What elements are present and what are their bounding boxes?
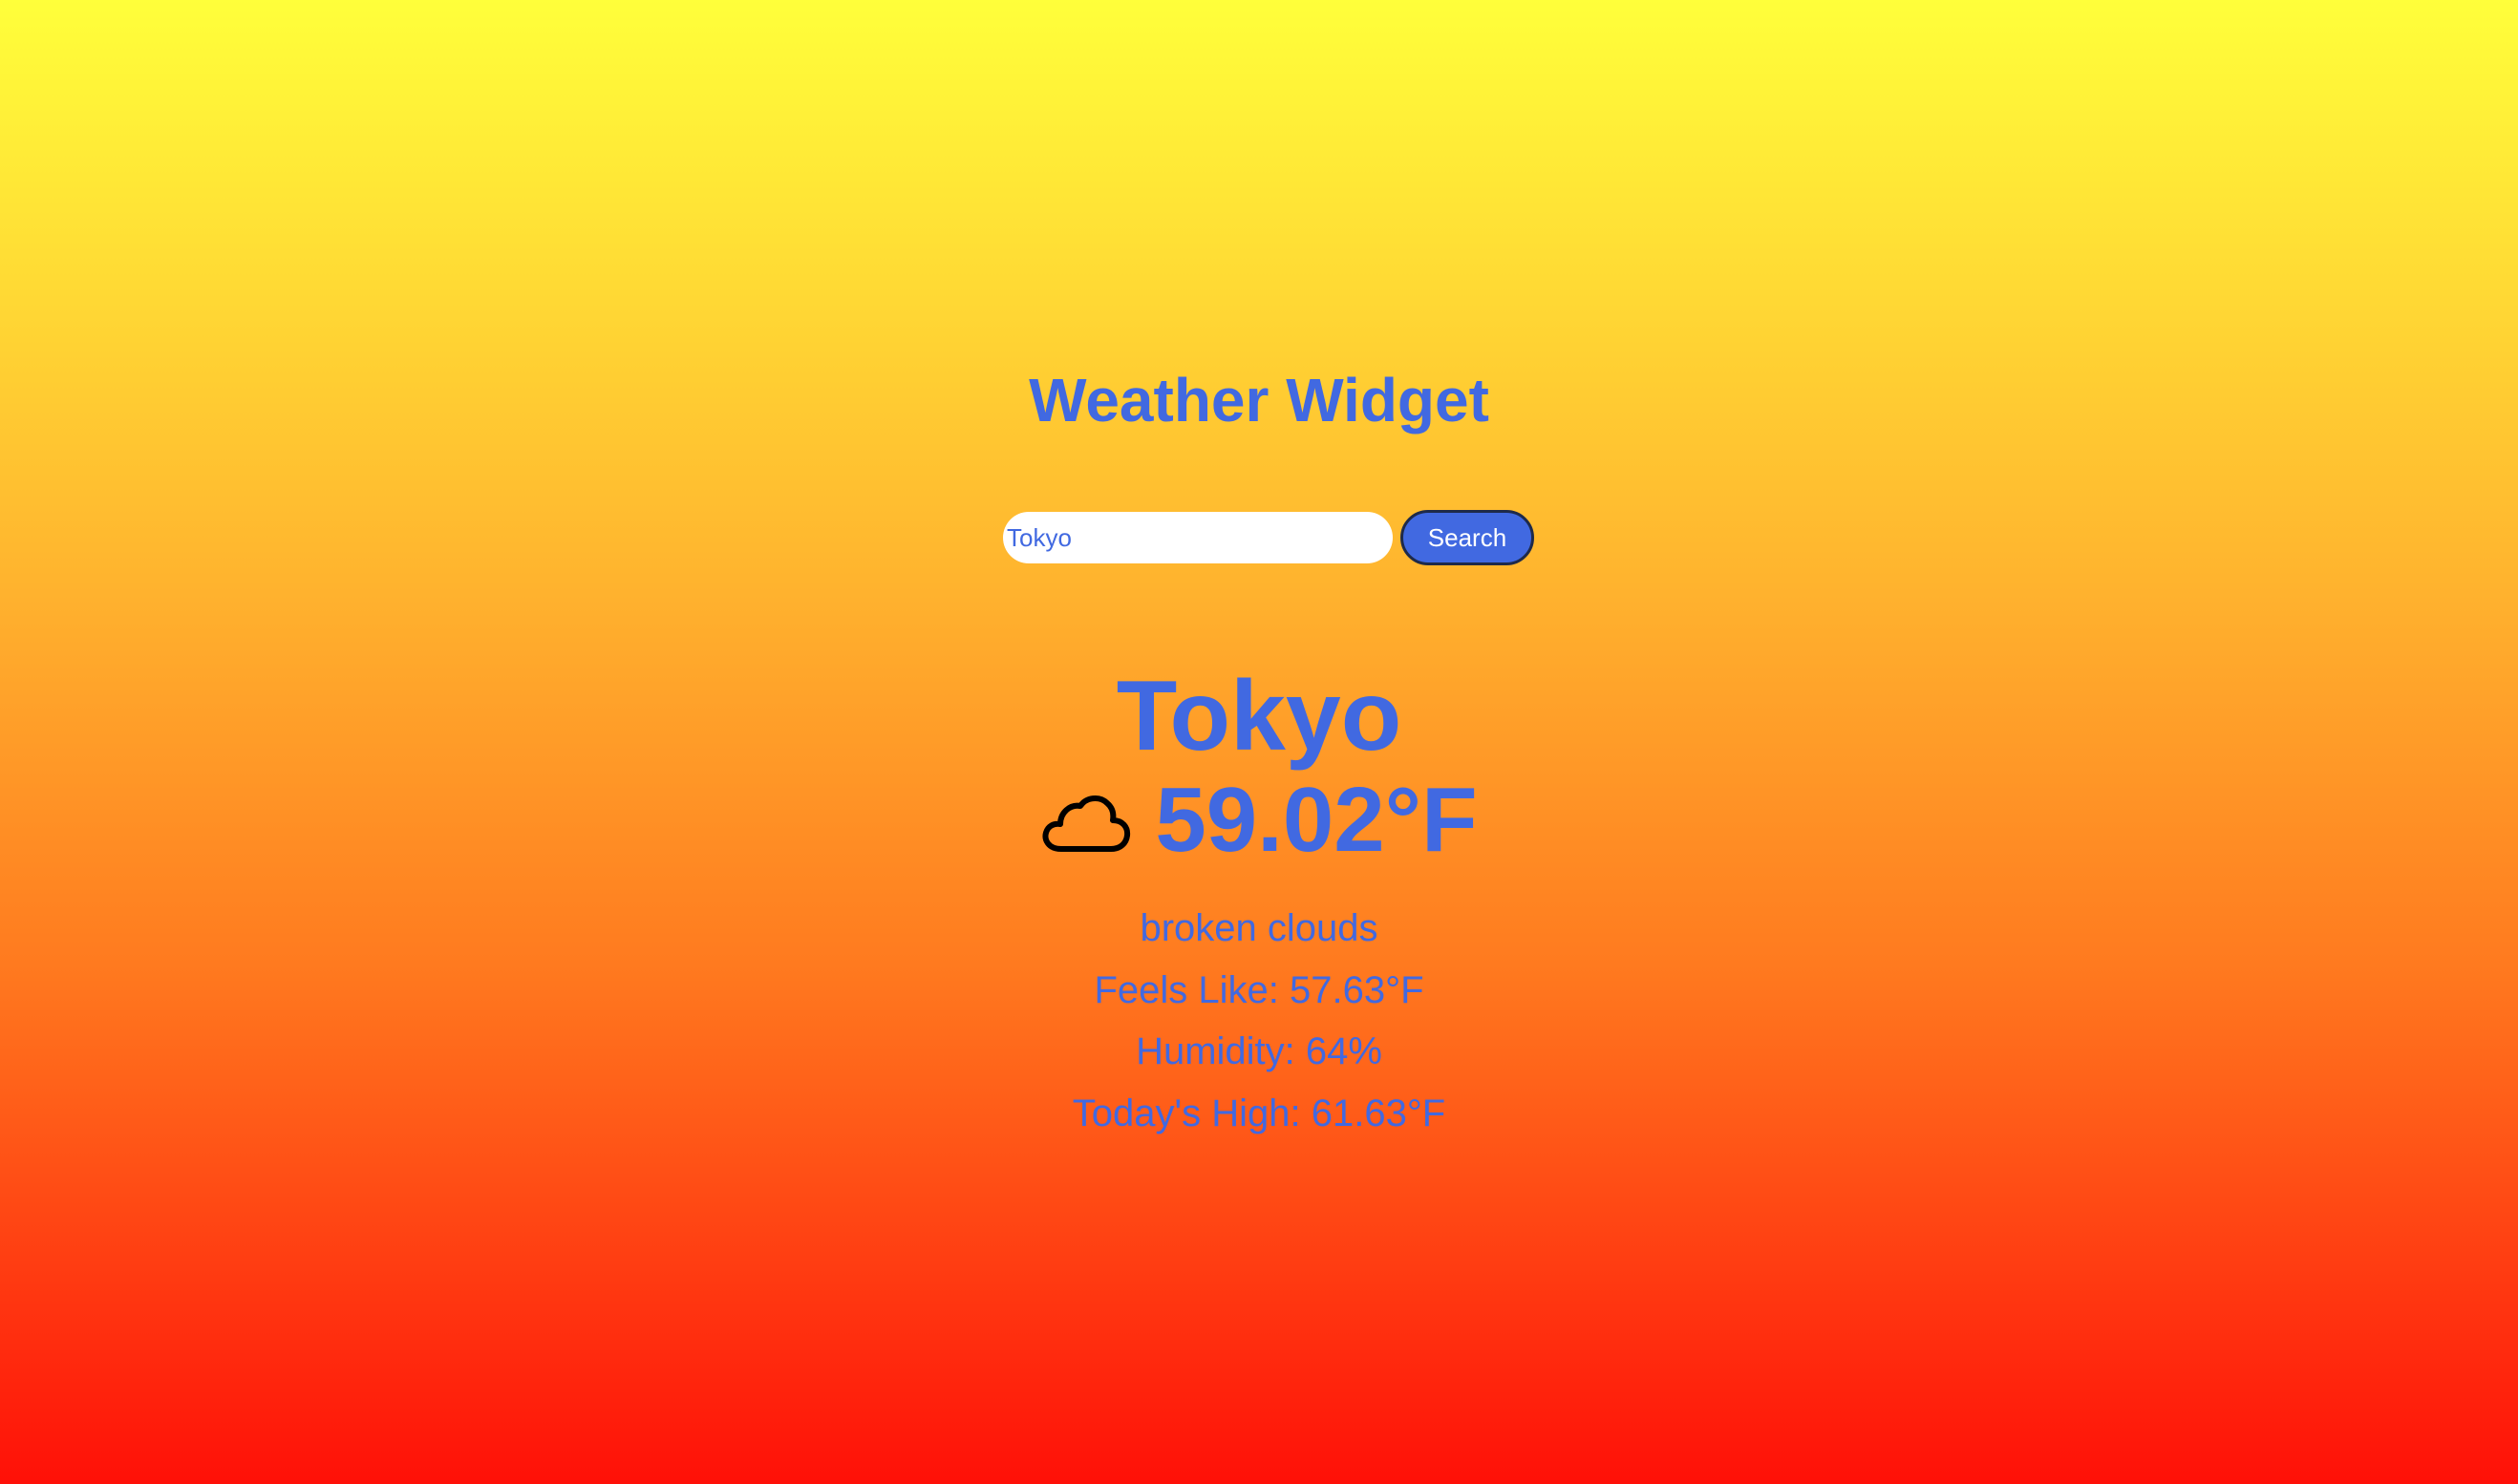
temperature-row: 59.02°F bbox=[0, 768, 2518, 873]
page-title: Weather Widget bbox=[1029, 366, 1489, 435]
feels-like: Feels Like: 57.63°F bbox=[1094, 968, 1424, 1011]
temperature: 59.02°F bbox=[1155, 769, 1478, 871]
city-name: Tokyo bbox=[1116, 661, 1402, 772]
search-bar: Search bbox=[1003, 510, 1534, 565]
weather-description: broken clouds bbox=[1140, 907, 1378, 949]
cloud-icon bbox=[1042, 795, 1131, 852]
search-input[interactable] bbox=[1003, 512, 1393, 563]
search-button[interactable]: Search bbox=[1400, 510, 1534, 565]
todays-high: Today's High: 61.63°F bbox=[1072, 1092, 1446, 1134]
weather-widget: Weather Widget Search Tokyo 59.02°F brok… bbox=[0, 0, 2518, 1484]
humidity: Humidity: 64% bbox=[1136, 1030, 1382, 1072]
weather-details: broken clouds Feels Like: 57.63°F Humidi… bbox=[0, 898, 2518, 1144]
